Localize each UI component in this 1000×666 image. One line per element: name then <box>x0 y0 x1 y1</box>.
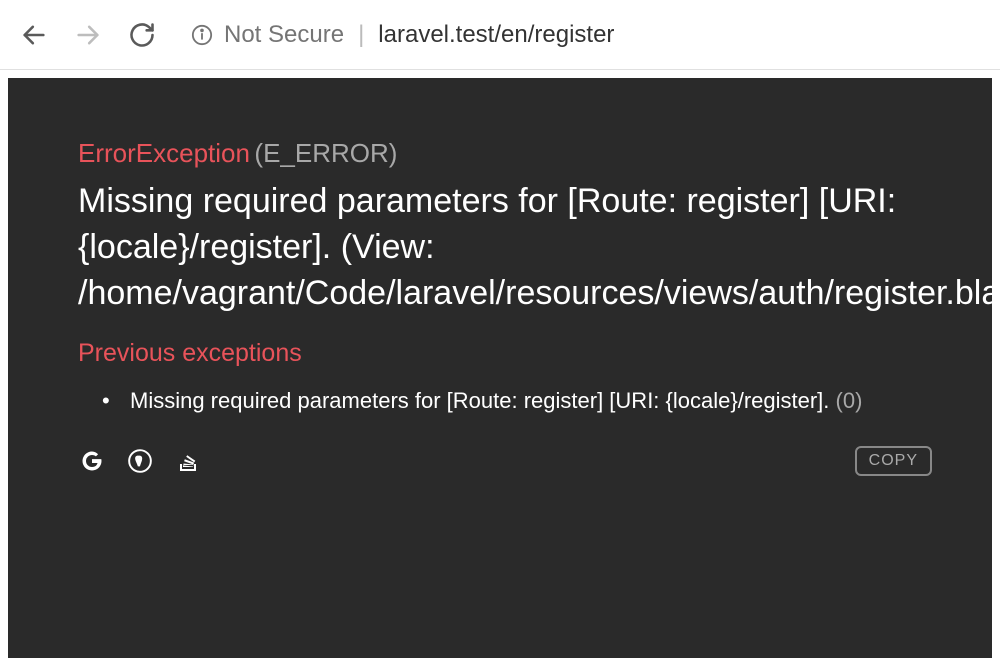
arrow-right-icon <box>74 21 102 49</box>
forward-button[interactable] <box>70 17 106 53</box>
previous-exceptions-heading: Previous exceptions <box>78 339 932 368</box>
duckduckgo-search-link[interactable] <box>126 447 154 475</box>
exception-code-label: (E_ERROR) <box>254 138 397 168</box>
page-container: ErrorException (E_ERROR) Missing require… <box>0 70 1000 666</box>
previous-exceptions-list: Missing required parameters for [Route: … <box>78 386 932 417</box>
google-icon <box>80 449 104 473</box>
back-button[interactable] <box>16 17 52 53</box>
arrow-left-icon <box>20 21 48 49</box>
previous-code: (0) <box>836 388 863 413</box>
stackoverflow-search-link[interactable] <box>174 447 202 475</box>
stackoverflow-icon <box>176 449 200 473</box>
list-item: Missing required parameters for [Route: … <box>116 386 932 417</box>
copy-button[interactable]: COPY <box>855 446 932 476</box>
info-icon <box>190 23 214 47</box>
security-status: Not Secure <box>224 21 344 49</box>
exception-header: ErrorException (E_ERROR) <box>78 138 932 169</box>
google-search-link[interactable] <box>78 447 106 475</box>
reload-icon <box>128 21 156 49</box>
error-page[interactable]: ErrorException (E_ERROR) Missing require… <box>8 78 992 658</box>
browser-toolbar: Not Secure | laravel.test/en/register <box>0 0 1000 70</box>
duckduckgo-icon <box>127 448 153 474</box>
previous-message: Missing required parameters for [Route: … <box>130 388 829 413</box>
url-text: laravel.test/en/register <box>378 21 614 49</box>
reload-button[interactable] <box>124 17 160 53</box>
address-bar[interactable]: Not Secure | laravel.test/en/register <box>190 14 984 56</box>
exception-class: ErrorException <box>78 138 250 168</box>
url-separator: | <box>358 21 364 49</box>
exception-message: Missing required parameters for [Route: … <box>78 179 932 317</box>
action-bar: COPY <box>78 446 932 476</box>
